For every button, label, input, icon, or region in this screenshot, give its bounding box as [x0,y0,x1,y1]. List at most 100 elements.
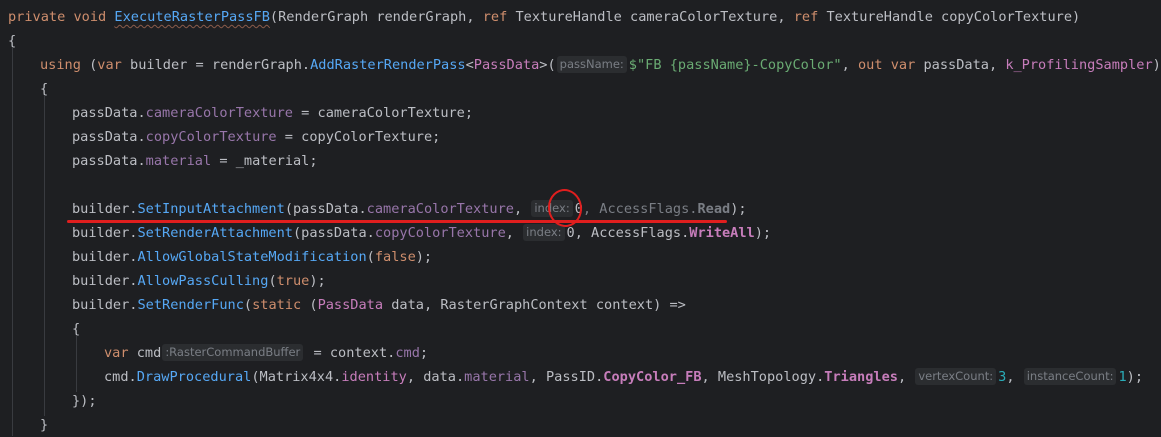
code-text: passData. [72,153,146,169]
method-name[interactable]: ExecuteRasterPassFB [114,9,270,25]
number-literal: 1 [1118,369,1127,385]
code-line-set-render-func[interactable]: builder.SetRenderFunc(static (PassData d… [72,293,1161,317]
enum-value: Read [697,201,731,217]
code-text: ( [243,297,253,313]
property-name[interactable]: cameraColorTexture [367,201,514,217]
code-line-var-cmd[interactable]: var cmd:RasterCommandBuffer = context.cm… [104,341,1161,365]
function-name[interactable]: AllowGlobalStateModification [137,249,366,265]
code-text: , [513,201,531,217]
brace: { [72,321,81,337]
number-literal: 0 [566,225,575,241]
static-member[interactable]: identity [341,369,406,385]
type-name[interactable]: PassData [474,57,539,73]
code-text: passData. [72,105,146,121]
property-name[interactable]: copyColorTexture [146,129,277,145]
code-text: passData. [72,129,146,145]
property-name[interactable]: material [146,153,211,169]
code-editor[interactable]: private void ExecuteRasterPassFB(RenderG… [0,0,1161,436]
code-line-set-input-attachment[interactable]: builder.SetInputAttachment(passData.came… [72,197,1161,221]
code-text: builder. [72,249,138,265]
code-text: = cameraColorTexture; [293,105,474,121]
function-name[interactable]: SetRenderFunc [137,297,243,313]
keyword: var [890,57,916,73]
code-line-method-signature[interactable]: private void ExecuteRasterPassFB(RenderG… [8,5,1161,29]
code-text: TextureHandle cameraColorTexture, [507,9,794,25]
keyword: ref [482,9,508,25]
indent-guide [12,48,13,436]
code-text: ); [309,273,326,289]
code-text: )) [1152,57,1161,73]
code-text: , [1006,369,1023,385]
code-text: ( [268,273,277,289]
keyword: out [857,57,883,73]
code-text: ); [415,249,433,265]
code-line-using[interactable]: using (var builder = renderGraph.AddRast… [40,53,1161,77]
property-name[interactable]: cmd [395,345,420,361]
function-name[interactable]: AllowPassCulling [137,273,268,289]
parameter-hint: vertexCount: [915,368,997,385]
code-text: = copyColorTexture; [276,129,441,145]
code-text: ); [754,225,772,241]
code-text: (passData. [284,201,367,217]
code-line-brace[interactable]: { [8,29,1161,53]
code-text: builder. [72,297,138,313]
code-line-brace[interactable]: { [72,317,1161,341]
function-name[interactable]: AddRasterRenderPass [310,57,466,73]
code-text: , MeshTopology. [701,369,825,385]
code-text: , PassID. [529,369,604,385]
code-line-draw-procedural[interactable]: cmd.DrawProcedural(Matrix4x4.identity, d… [104,365,1161,389]
code-text: , [841,57,858,73]
type-name[interactable]: PassData [318,297,383,313]
code-line-assign-material[interactable]: passData.material = _material; [72,149,1161,173]
function-name[interactable]: SetRenderAttachment [137,225,293,241]
code-text: builder. [72,201,138,217]
code-text: ; [419,345,429,361]
keyword: var [104,345,129,361]
code-text: data, RasterGraphContext context) => [383,297,686,313]
code-line-allow-pass-culling[interactable]: builder.AllowPassCulling(true); [72,269,1161,293]
code-line-set-render-attachment[interactable]: builder.SetRenderAttachment(passData.cop… [72,221,1161,245]
string-literal: $"FB {passName}-CopyColor" [628,57,842,73]
keyword: ref [793,9,819,25]
code-text: >( [539,57,556,73]
keyword: void [73,9,107,25]
code-text: builder = renderGraph. [121,57,311,73]
code-line-assign-camera[interactable]: passData.cameraColorTexture = cameraColo… [72,101,1161,125]
brace: { [8,33,17,49]
code-text: builder. [72,273,138,289]
property-name[interactable]: cameraColorTexture [146,105,293,121]
indent-guide [76,336,77,392]
field-name[interactable]: k_ProfilingSampler [1005,57,1152,73]
indent-guide [44,96,45,416]
brace: { [40,81,49,97]
code-text: builder. [72,225,138,241]
brace: }); [72,393,97,409]
code-text: < [465,57,474,73]
code-text: = context. [305,345,396,361]
parameter-hint: index: [523,224,565,241]
property-name[interactable]: copyColorTexture [375,225,506,241]
function-name[interactable]: DrawProcedural [137,369,252,385]
enum-value: WriteAll [689,225,755,241]
function-name[interactable]: SetInputAttachment [137,201,284,217]
keyword: private [8,9,66,25]
keyword: true [276,273,310,289]
enum-value: Triangles [824,369,898,385]
keyword: false [374,249,416,265]
type-hint: :RasterCommandBuffer [162,344,304,361]
code-text: cmd. [104,369,137,385]
enum-type: AccessFlags. [599,201,698,217]
property-name[interactable]: material [464,369,529,385]
code-text: ( [301,297,318,313]
code-text: ( [366,249,375,265]
code-line-brace[interactable]: } [40,413,1161,437]
code-line-assign-copy[interactable]: passData.copyColorTexture = copyColorTex… [72,125,1161,149]
code-line-allow-global-state[interactable]: builder.AllowGlobalStateModification(fal… [72,245,1161,269]
code-line-close-lambda[interactable]: }); [72,389,1161,413]
code-text: , data. [406,369,465,385]
keyword: static [252,297,302,313]
code-text: (Matrix4x4. [251,369,342,385]
code-text: TextureHandle copyColorTexture) [818,9,1081,25]
code-line-brace[interactable]: { [40,77,1161,101]
